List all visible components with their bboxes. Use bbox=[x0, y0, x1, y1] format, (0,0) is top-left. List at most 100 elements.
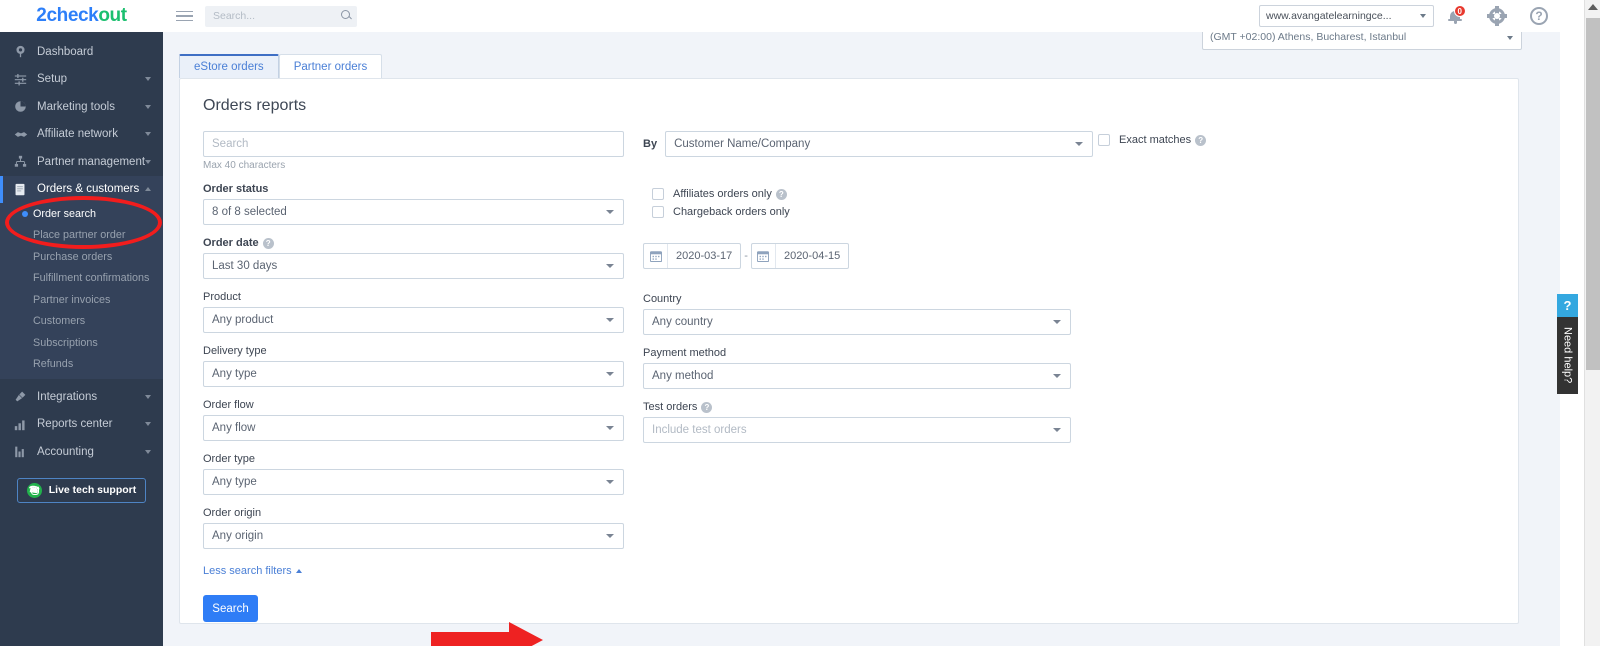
sidebar-item-partner-management[interactable]: Partner management bbox=[0, 148, 163, 176]
sidebar-subitem-refunds[interactable]: Refunds bbox=[0, 354, 163, 376]
sidebar-subitem-order-search[interactable]: Order search bbox=[0, 203, 163, 225]
help-icon[interactable]: ? bbox=[701, 401, 713, 413]
need-help-tab[interactable]: ? Need help? bbox=[1557, 294, 1578, 394]
sidebar-item-label: Reports center bbox=[37, 418, 113, 431]
sidebar-subitem-place-partner-order[interactable]: Place partner order bbox=[0, 225, 163, 247]
order-flow-select[interactable]: Any flow bbox=[203, 415, 624, 441]
less-search-filters-label: Less search filters bbox=[203, 565, 292, 577]
chevron-down-icon bbox=[1053, 428, 1061, 432]
chargeback-orders-only-checkbox-row[interactable]: Chargeback orders only bbox=[652, 206, 1093, 218]
test-orders-select[interactable]: Include test orders bbox=[643, 417, 1071, 443]
sidebar-subitem-partner-invoices[interactable]: Partner invoices bbox=[0, 289, 163, 311]
page-scrollbar[interactable] bbox=[1584, 0, 1600, 646]
tab-label: Partner orders bbox=[293, 60, 368, 73]
settings-button[interactable] bbox=[1476, 0, 1518, 32]
sidebar-item-integrations[interactable]: Integrations bbox=[0, 383, 163, 411]
help-icon[interactable]: ? bbox=[262, 237, 274, 249]
sidebar-item-label: Partner management bbox=[37, 155, 146, 168]
chevron-down-icon bbox=[606, 210, 614, 214]
date-to-field[interactable]: 2020-04-15 bbox=[750, 243, 850, 269]
brand-logo[interactable]: 2check out bbox=[0, 0, 163, 32]
help-icon[interactable]: ? bbox=[775, 188, 787, 200]
account-domain-label: www.avangatelearningce... bbox=[1266, 10, 1392, 22]
sidebar-item-reports-center[interactable]: Reports center bbox=[0, 411, 163, 439]
chevron-down-icon bbox=[606, 264, 614, 268]
sidebar-subitem-purchase-orders[interactable]: Purchase orders bbox=[0, 246, 163, 268]
exact-matches-checkbox[interactable] bbox=[1098, 134, 1110, 146]
payment-method-group: Payment method Any method bbox=[643, 347, 1093, 389]
order-date-label: Order date ? bbox=[203, 237, 624, 249]
order-type-label-text: Order type bbox=[203, 453, 255, 465]
sidebar-item-dashboard[interactable]: Dashboard bbox=[0, 38, 163, 66]
help-button[interactable]: ? bbox=[1518, 0, 1560, 32]
chevron-down-icon bbox=[145, 77, 151, 82]
affiliates-orders-only-checkbox-row[interactable]: Affiliates orders only ? bbox=[652, 188, 1093, 200]
country-label: Country bbox=[643, 293, 1093, 305]
sidebar-item-affiliate-network[interactable]: Affiliate network bbox=[0, 121, 163, 149]
less-search-filters-link[interactable]: Less search filters bbox=[203, 565, 624, 577]
tab-partner-orders[interactable]: Partner orders bbox=[278, 54, 383, 78]
account-domain-dropdown[interactable]: www.avangatelearningce... bbox=[1259, 5, 1434, 27]
brand-logo-part2: out bbox=[98, 5, 127, 26]
exact-matches-checkbox-row[interactable]: Exact matches ? bbox=[1098, 134, 1207, 146]
order-status-select[interactable]: 8 of 8 selected bbox=[203, 199, 624, 225]
order-type-select[interactable]: Any type bbox=[203, 469, 624, 495]
affiliates-orders-only-checkbox[interactable] bbox=[652, 188, 664, 200]
country-value: Any country bbox=[652, 316, 713, 328]
scroll-up-arrow-icon[interactable] bbox=[1588, 4, 1598, 10]
date-from-field[interactable]: 2020-03-17 bbox=[643, 243, 742, 269]
chevron-down-icon bbox=[1507, 36, 1513, 40]
chevron-up-icon bbox=[145, 187, 151, 192]
search-button[interactable]: Search bbox=[203, 595, 258, 622]
chargeback-orders-only-text: Chargeback orders only bbox=[673, 206, 790, 218]
by-select[interactable]: Customer Name/Company bbox=[665, 131, 1094, 157]
product-select[interactable]: Any product bbox=[203, 307, 624, 333]
order-type-value: Any type bbox=[212, 476, 257, 488]
global-search-input[interactable] bbox=[205, 10, 325, 22]
tab-estore-orders[interactable]: eStore orders bbox=[179, 54, 279, 78]
sidebar-subitem-subscriptions[interactable]: Subscriptions bbox=[0, 332, 163, 354]
help-icon[interactable]: ? bbox=[1195, 134, 1207, 146]
chargeback-orders-only-checkbox[interactable] bbox=[652, 206, 664, 218]
sidebar-subitem-label: Partner invoices bbox=[33, 293, 111, 306]
sidebar-item-setup[interactable]: Setup bbox=[0, 66, 163, 94]
sidebar-item-accounting[interactable]: Accounting bbox=[0, 438, 163, 466]
live-tech-support-button[interactable]: ☎ Live tech support bbox=[17, 477, 146, 503]
sidebar-item-label: Orders & customers bbox=[37, 183, 140, 196]
date-range-row: 2020-03-17 - 2020-04-15 bbox=[643, 243, 1093, 269]
delivery-type-select[interactable]: Any type bbox=[203, 361, 624, 387]
chevron-down-icon bbox=[606, 534, 614, 538]
sidebar-subitem-customers[interactable]: Customers bbox=[0, 311, 163, 333]
order-date-select[interactable]: Last 30 days bbox=[203, 253, 624, 279]
chevron-down-icon bbox=[145, 422, 151, 427]
brand-logo-part1: 2check bbox=[36, 5, 99, 26]
country-select[interactable]: Any country bbox=[643, 309, 1071, 335]
product-group: Product Any product bbox=[203, 291, 624, 333]
order-origin-select[interactable]: Any origin bbox=[203, 523, 624, 549]
order-flow-label-text: Order flow bbox=[203, 399, 254, 411]
notifications-button[interactable]: 0 bbox=[1434, 0, 1476, 32]
sidebar-item-orders-customers[interactable]: Orders & customers bbox=[0, 175, 163, 203]
global-search-box[interactable] bbox=[205, 5, 357, 27]
plug-icon bbox=[14, 390, 30, 403]
affiliates-orders-only-label: Affiliates orders only ? bbox=[673, 188, 787, 200]
timezone-dropdown[interactable]: (GMT +02:00) Athens, Bucharest, Istanbul bbox=[1202, 32, 1522, 50]
order-date-group: Order date ? Last 30 days bbox=[203, 237, 624, 279]
payment-method-select[interactable]: Any method bbox=[643, 363, 1071, 389]
active-dot-icon bbox=[22, 210, 28, 217]
sitemap-icon bbox=[14, 155, 30, 168]
sidebar-item-label: Affiliate network bbox=[37, 128, 118, 141]
scrollbar-thumb[interactable] bbox=[1586, 18, 1600, 370]
delivery-type-label-text: Delivery type bbox=[203, 345, 267, 357]
affiliates-orders-only-text: Affiliates orders only bbox=[673, 188, 772, 200]
sidebar-item-marketing-tools[interactable]: Marketing tools bbox=[0, 93, 163, 121]
by-label: By bbox=[643, 138, 658, 150]
hamburger-menu-icon[interactable] bbox=[163, 0, 205, 32]
keyword-search-input[interactable]: Search bbox=[203, 131, 624, 157]
order-flow-label: Order flow bbox=[203, 399, 624, 411]
payment-method-value: Any method bbox=[652, 370, 714, 382]
sidebar-subitem-fulfillment-confirmations[interactable]: Fulfillment confirmations bbox=[0, 268, 163, 290]
order-type-group: Order type Any type bbox=[203, 453, 624, 495]
need-help-label: Need help? bbox=[1561, 327, 1574, 384]
sidebar-item-label: Setup bbox=[37, 73, 68, 86]
